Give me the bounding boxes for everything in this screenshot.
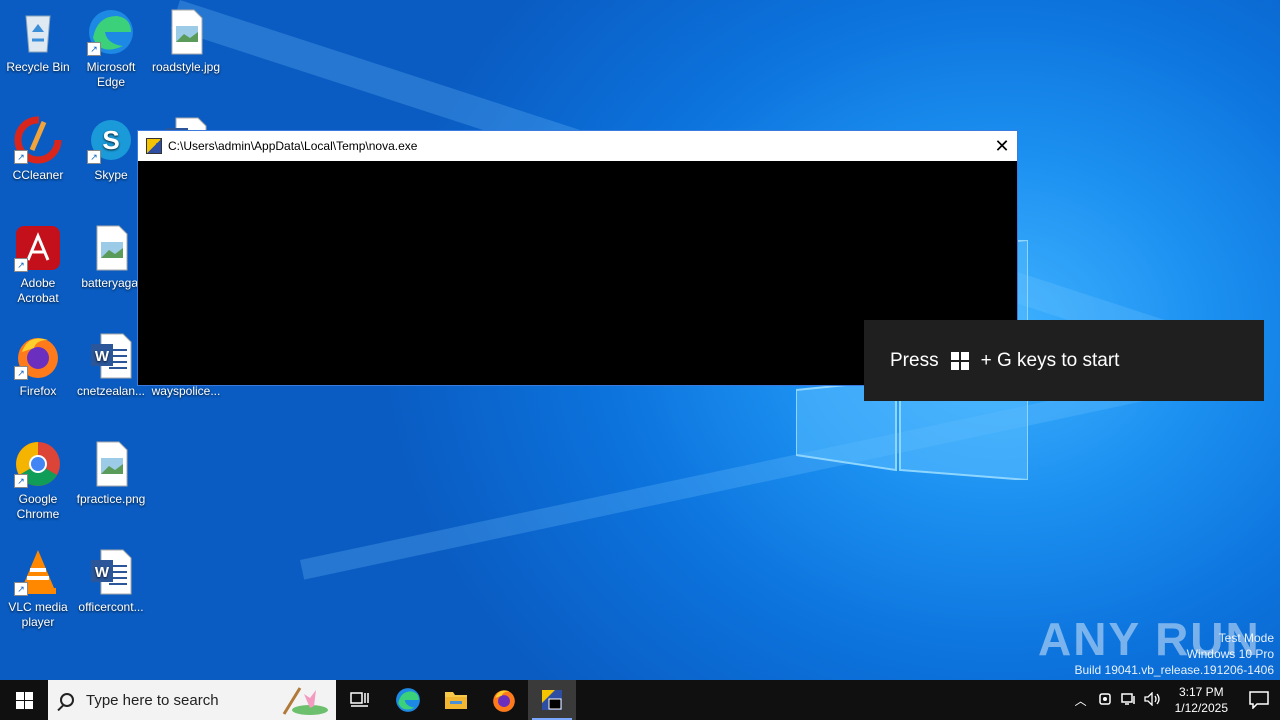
firefox-icon: [493, 690, 515, 712]
recycle-bin-icon: [14, 8, 62, 56]
skype-icon: S ↗: [87, 116, 135, 164]
desktop-icon-ccleaner[interactable]: ↗ CCleaner: [0, 114, 76, 183]
system-tray: ︿ 3:17 PM 1/12/2025: [1069, 680, 1280, 720]
desktop-icon-officercont[interactable]: W officercont...: [73, 546, 149, 615]
shortcut-arrow-icon: ↗: [14, 150, 28, 164]
tray-app-icon: [1098, 692, 1111, 705]
search-placeholder: Type here to search: [86, 691, 219, 709]
image-file-icon: [87, 224, 135, 272]
clock-time: 3:17 PM: [1178, 685, 1224, 699]
folder-icon: [445, 692, 467, 709]
desktop-icon-label: VLC media player: [8, 600, 68, 629]
desktop: Recycle Bin ↗ CCleaner ↗ Adobe Acrobat ↗…: [0, 0, 1280, 680]
bg-beam: [300, 372, 1185, 580]
shortcut-arrow-icon: ↗: [87, 42, 101, 56]
word-doc-icon: W: [87, 332, 135, 380]
search-highlight-icon: [282, 687, 328, 715]
close-icon: ✕: [994, 135, 1010, 156]
task-view-icon: [350, 692, 369, 707]
app-icon: [146, 138, 162, 154]
shortcut-arrow-icon: ↗: [14, 366, 28, 380]
windows-key-icon: [950, 351, 969, 370]
action-center-button[interactable]: [1238, 680, 1280, 720]
image-file-icon: [162, 8, 210, 56]
image-file-icon: [87, 440, 135, 488]
watermark-line: Build 19041.vb_release.191206-1406: [1074, 663, 1275, 677]
watermark-line: Windows 10 Pro: [1186, 647, 1274, 661]
game-bar-toast: Press + G keys to start: [864, 320, 1264, 401]
desktop-icon-label: roadstyle.jpg: [151, 60, 221, 74]
volume-button[interactable]: [1141, 690, 1165, 709]
svg-text:W: W: [95, 564, 110, 581]
network-icon: [1120, 692, 1135, 705]
desktop-icon-acrobat[interactable]: ↗ Adobe Acrobat: [0, 222, 76, 306]
shortcut-arrow-icon: ↗: [87, 150, 101, 164]
vlc-icon: ↗: [14, 548, 62, 596]
test-mode-watermark: Test Mode Windows 10 Pro Build 19041.vb_…: [1075, 630, 1275, 678]
word-doc-icon: W: [87, 548, 135, 596]
desktop-icon-recycle-bin[interactable]: Recycle Bin: [0, 6, 76, 75]
acrobat-icon: ↗: [14, 224, 62, 272]
task-view-button[interactable]: [336, 680, 384, 720]
toast-prefix: Press: [890, 349, 939, 371]
notification-icon: [1249, 691, 1269, 709]
desktop-icon-label: cnetzealan...: [76, 384, 146, 398]
desktop-icon-firefox[interactable]: ↗ Firefox: [0, 330, 76, 399]
firefox-icon: ↗: [14, 332, 62, 380]
taskbar-nova-exe[interactable]: [528, 680, 576, 720]
desktop-icon-label: Recycle Bin: [6, 60, 70, 74]
desktop-icon-label: wayspolice...: [151, 384, 221, 398]
window-titlebar[interactable]: C:\Users\admin\AppData\Local\Temp\nova.e…: [138, 131, 1017, 161]
search-box[interactable]: Type here to search: [48, 680, 336, 720]
windows-start-icon: [15, 691, 33, 709]
desktop-icon-label: CCleaner: [12, 168, 64, 182]
desktop-icon-label: Google Chrome: [16, 492, 60, 521]
clock-date: 1/12/2025: [1174, 701, 1228, 715]
toast-suffix: + G keys to start: [980, 349, 1120, 371]
taskbar-edge[interactable]: [384, 680, 432, 720]
network-button[interactable]: [1117, 692, 1141, 709]
desktop-icon-label: Firefox: [19, 384, 57, 398]
close-button[interactable]: ✕: [987, 131, 1017, 161]
chevron-up-icon: ︿: [1074, 693, 1087, 708]
search-icon: [60, 693, 74, 707]
desktop-icon-chrome[interactable]: ↗ Google Chrome: [0, 438, 76, 522]
desktop-icon-vlc[interactable]: ↗ VLC media player: [0, 546, 76, 630]
window-title: C:\Users\admin\AppData\Local\Temp\nova.e…: [168, 139, 418, 153]
watermark-line: Test Mode: [1218, 631, 1274, 645]
desktop-icon-fpractice[interactable]: fpractice.png: [73, 438, 149, 507]
desktop-icon-label: Microsoft Edge: [86, 60, 136, 89]
taskbar: Type here to search ︿ 3:17 PM 1/12/2025: [0, 680, 1280, 720]
start-button[interactable]: [0, 680, 48, 720]
desktop-icon-roadstyle[interactable]: roadstyle.jpg: [148, 6, 224, 75]
console-app-icon: [542, 690, 562, 710]
edge-icon: [396, 688, 420, 712]
shortcut-arrow-icon: ↗: [14, 582, 28, 596]
edge-icon: ↗: [87, 8, 135, 56]
taskbar-firefox[interactable]: [480, 680, 528, 720]
show-hidden-icons-button[interactable]: ︿: [1069, 692, 1093, 709]
speaker-icon: [1143, 690, 1160, 707]
svg-text:S: S: [102, 125, 119, 155]
desktop-icon-label: Adobe Acrobat: [17, 276, 59, 305]
ccleaner-icon: ↗: [14, 116, 62, 164]
taskbar-clock[interactable]: 3:17 PM 1/12/2025: [1165, 684, 1238, 716]
tray-app-button[interactable]: [1093, 692, 1117, 709]
desktop-icon-edge[interactable]: ↗ Microsoft Edge: [73, 6, 149, 90]
taskbar-file-explorer[interactable]: [432, 680, 480, 720]
svg-text:W: W: [95, 348, 110, 365]
shortcut-arrow-icon: ↗: [14, 474, 28, 488]
desktop-icon-label: officercont...: [78, 600, 144, 614]
shortcut-arrow-icon: ↗: [14, 258, 28, 272]
chrome-icon: ↗: [14, 440, 62, 488]
desktop-icon-label: fpractice.png: [76, 492, 146, 506]
